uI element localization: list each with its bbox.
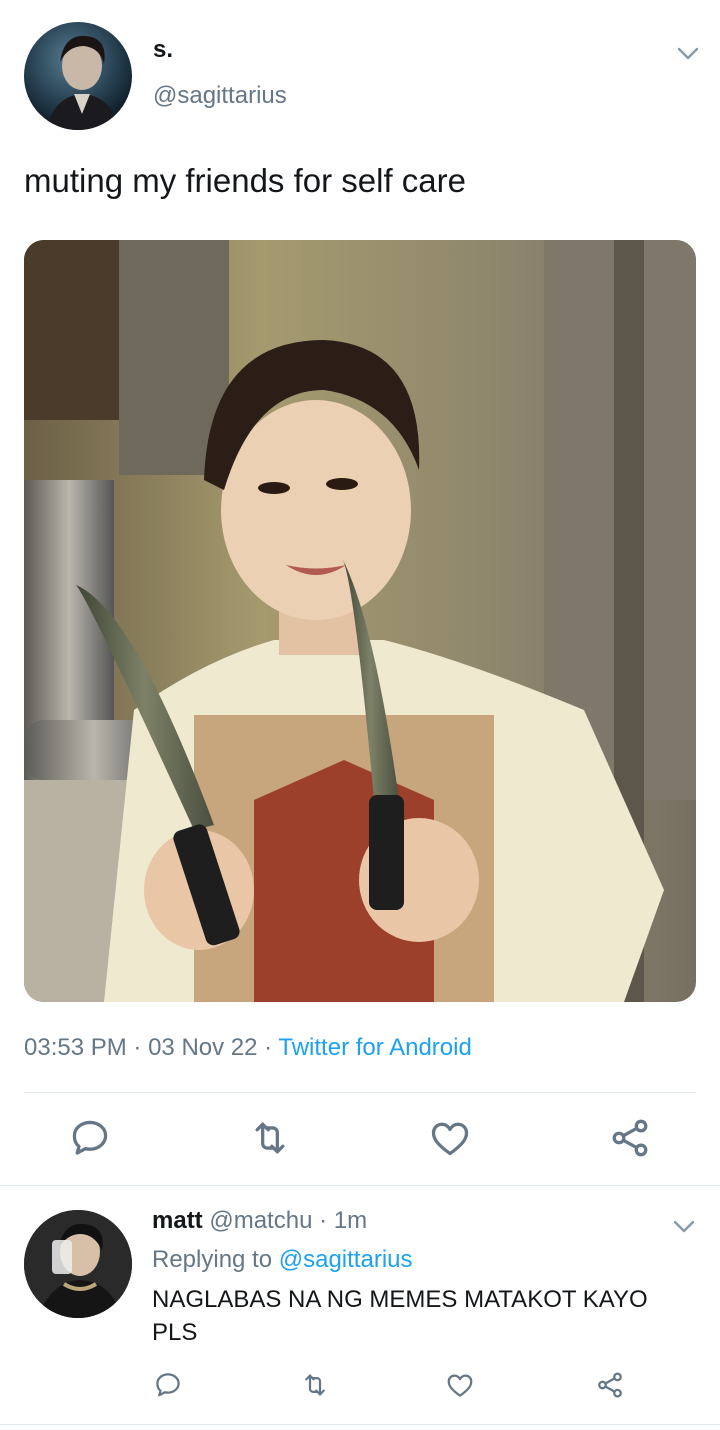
tweet-media-photo[interactable] <box>24 240 696 1002</box>
like-icon[interactable] <box>445 1370 475 1400</box>
replying-to-prefix: Replying to <box>152 1246 279 1273</box>
divider <box>24 1092 696 1093</box>
chevron-down-icon[interactable] <box>675 40 701 66</box>
replying-to-line: Replying to @sagittarius <box>152 1246 413 1274</box>
reply-time: 1m <box>333 1207 368 1234</box>
meta-separator: · <box>133 1034 142 1061</box>
tweet-metadata: 03:53 PM · 03 Nov 22 · Twitter for Andro… <box>24 1034 472 1062</box>
divider <box>0 1185 720 1186</box>
share-icon[interactable] <box>608 1116 652 1160</box>
meta-separator: · <box>319 1207 328 1234</box>
tweet-date: 03 Nov 22 <box>148 1034 258 1061</box>
divider <box>0 1424 720 1425</box>
meta-separator: · <box>264 1034 273 1061</box>
tweet-source-link[interactable]: Twitter for Android <box>278 1034 471 1061</box>
reply-icon[interactable] <box>153 1370 183 1400</box>
photo-image <box>24 240 696 1002</box>
retweet-icon[interactable] <box>248 1116 292 1160</box>
replying-to-handle-link[interactable]: @sagittarius <box>279 1246 413 1273</box>
author-display-name[interactable]: s. <box>153 36 173 64</box>
tweet-text: muting my friends for self care <box>24 162 466 199</box>
share-icon[interactable] <box>595 1370 625 1400</box>
reply-text: NAGLABAS NA NG MEMES MATAKOT KAYO PLS <box>152 1286 648 1346</box>
reply-header: matt @matchu · 1m <box>152 1207 367 1235</box>
author-handle[interactable]: @sagittarius <box>153 82 287 110</box>
reply-avatar-image <box>24 1210 132 1318</box>
reply-handle[interactable]: @matchu <box>209 1207 312 1234</box>
chevron-down-icon[interactable] <box>671 1213 697 1239</box>
like-icon[interactable] <box>428 1116 472 1160</box>
reply-display-name[interactable]: matt <box>152 1207 203 1234</box>
retweet-icon[interactable] <box>300 1370 330 1400</box>
author-avatar-image <box>46 35 120 130</box>
tweet-time: 03:53 PM <box>24 1034 127 1061</box>
author-avatar[interactable] <box>24 22 132 130</box>
reply-icon[interactable] <box>68 1116 112 1160</box>
reply-author-avatar[interactable] <box>24 1210 132 1318</box>
